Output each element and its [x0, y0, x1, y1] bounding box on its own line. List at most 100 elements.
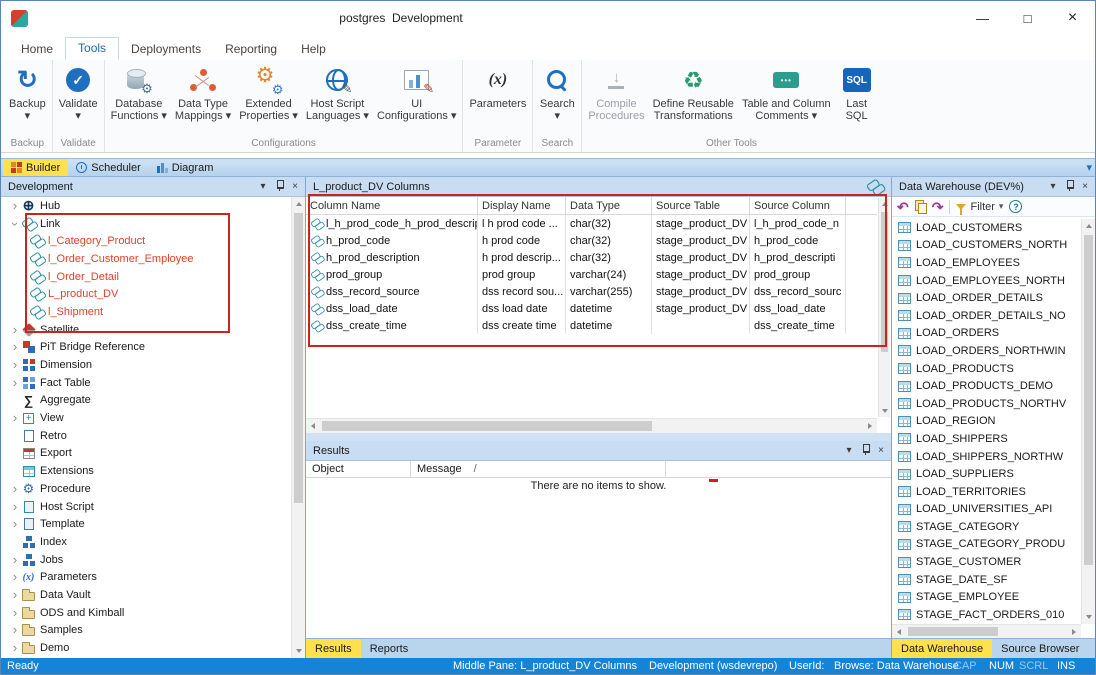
chevron-right-icon[interactable]: ›	[9, 555, 21, 565]
table-row[interactable]: dss_record_source dss record sou... varc…	[306, 283, 877, 300]
table-row[interactable]: dss_load_date dss load date datetime sta…	[306, 300, 877, 317]
dropdown-icon[interactable]: ▾	[258, 182, 268, 192]
scroll-down-button[interactable]	[1082, 610, 1095, 624]
table-list-item[interactable]: LOAD_REGION	[892, 413, 1081, 431]
scroll-down-button[interactable]	[879, 405, 890, 417]
chevron-right-icon[interactable]: ›	[9, 502, 21, 512]
tree-item-procedure[interactable]: ›⚙Procedure	[1, 480, 291, 498]
tab-data-warehouse[interactable]: Data Warehouse	[892, 639, 992, 658]
scroll-up-button[interactable]	[879, 198, 890, 210]
scrollbar-thumb[interactable]	[908, 627, 998, 636]
table-list-item[interactable]: LOAD_EMPLOYEES	[892, 254, 1081, 272]
table-list-item[interactable]: LOAD_SUPPLIERS	[892, 465, 1081, 483]
ribbon-button-search[interactable]: Search▾	[535, 60, 579, 134]
redo-arrow-icon[interactable]: ↷	[932, 200, 944, 214]
table-row[interactable]: h_prod_description h prod descrip... cha…	[306, 249, 877, 266]
ribbon-button-define-reusable-transformations[interactable]: ♻ Define ReusableTransformations	[649, 60, 738, 134]
table-list-item[interactable]: STAGE_EMPLOYEE	[892, 588, 1081, 606]
tree-item-l-shipment[interactable]: l_Shipment	[1, 303, 291, 321]
dropdown-icon[interactable]: ▾	[1048, 182, 1058, 192]
collapse-chevron-icon[interactable]: ▾	[1086, 161, 1092, 174]
table-row[interactable]: prod_group prod group varchar(24) stage_…	[306, 266, 877, 283]
dropdown-icon[interactable]: ▾	[844, 446, 854, 456]
chevron-right-icon[interactable]: ›	[9, 608, 21, 618]
view-tab-scheduler[interactable]: Scheduler	[68, 159, 149, 176]
tree-item-fact-table[interactable]: ›Fact Table	[1, 374, 291, 392]
table-list-item[interactable]: LOAD_TERRITORIES	[892, 483, 1081, 501]
table-row[interactable]: l_h_prod_code_h_prod_descrip... l h prod…	[306, 215, 877, 232]
tree-item-link[interactable]: ›Link	[1, 215, 291, 233]
scroll-right-button[interactable]	[863, 419, 877, 433]
tree-item-parameters[interactable]: ›(x)Parameters	[1, 568, 291, 586]
ribbon-button-host-script-languages[interactable]: ✎ Host ScriptLanguages ▾	[302, 60, 373, 134]
chevron-right-icon[interactable]: ›	[9, 413, 21, 423]
table-list-item[interactable]: LOAD_PRODUCTS_DEMO	[892, 377, 1081, 395]
browser-horizontal-scrollbar[interactable]	[892, 624, 1081, 638]
menu-tab-help[interactable]: Help	[289, 39, 338, 60]
ribbon-button-parameters[interactable]: (x) Parameters	[465, 60, 530, 134]
column-header-column-name[interactable]: Column Name	[306, 197, 478, 214]
chevron-expanded-icon[interactable]: ›	[10, 218, 20, 230]
view-tab-diagram[interactable]: Diagram	[149, 159, 222, 176]
menu-tab-deployments[interactable]: Deployments	[119, 39, 213, 60]
table-list-item[interactable]: LOAD_EMPLOYEES_NORTH	[892, 272, 1081, 290]
maximize-button[interactable]: □	[1005, 1, 1050, 35]
column-header-object[interactable]: Object	[306, 461, 411, 477]
tree-item-l-order-customer-employee[interactable]: l_Order_Customer_Employee	[1, 250, 291, 268]
ribbon-button-extended-properties[interactable]: ⚙⚙ ExtendedProperties ▾	[235, 60, 302, 134]
pin-icon[interactable]	[1065, 179, 1074, 191]
scroll-down-button[interactable]	[292, 644, 305, 658]
tree-item-satellite[interactable]: ›Satellite	[1, 321, 291, 339]
chevron-right-icon[interactable]: ›	[9, 360, 21, 370]
table-list-item[interactable]: LOAD_ORDERS_NORTHWIN	[892, 342, 1081, 360]
scroll-left-button[interactable]	[892, 625, 906, 638]
close-icon[interactable]: ×	[876, 446, 886, 456]
chevron-right-icon[interactable]: ›	[9, 643, 21, 653]
chevron-right-icon[interactable]: ›	[9, 325, 21, 335]
chevron-right-icon[interactable]: ›	[9, 201, 21, 211]
minimize-button[interactable]: —	[960, 1, 1005, 35]
tree-item-ods-and-kimball[interactable]: ›ODS and Kimball	[1, 604, 291, 622]
table-list-item[interactable]: LOAD_CUSTOMERS_NORTH	[892, 237, 1081, 255]
tree-item-hub[interactable]: ›⊕Hub	[1, 197, 291, 215]
tree-item-retro[interactable]: Retro	[1, 427, 291, 445]
help-button[interactable]: ?	[1009, 200, 1022, 213]
close-button[interactable]: ×	[1050, 1, 1095, 35]
column-header-source-table[interactable]: Source Table	[652, 197, 750, 214]
scrollbar-thumb[interactable]	[1084, 235, 1093, 565]
tab-results[interactable]: Results	[306, 639, 361, 658]
table-row[interactable]: dss_create_time dss create time datetime…	[306, 317, 877, 334]
table-list-item[interactable]: STAGE_CATEGORY	[892, 518, 1081, 536]
tree-item-index[interactable]: Index	[1, 533, 291, 551]
ribbon-button-data-type-mappings[interactable]: Data TypeMappings ▾	[171, 60, 235, 134]
scrollbar-thumb[interactable]	[294, 213, 303, 503]
tree-vertical-scrollbar[interactable]	[291, 197, 305, 658]
tree-item-aggregate[interactable]: ∑Aggregate	[1, 392, 291, 410]
ribbon-button-last-sql[interactable]: SQL LastSQL	[835, 60, 879, 134]
chevron-right-icon[interactable]: ›	[9, 484, 21, 494]
close-icon[interactable]: ×	[290, 182, 300, 192]
table-list-item[interactable]: LOAD_SHIPPERS	[892, 430, 1081, 448]
scroll-up-button[interactable]	[1082, 219, 1095, 233]
ribbon-button-ui-configurations[interactable]: ✎ UIConfigurations ▾	[373, 60, 461, 134]
table-list-item[interactable]: LOAD_SHIPPERS_NORTHW	[892, 448, 1081, 466]
tab-source-browser[interactable]: Source Browser	[992, 639, 1088, 658]
ribbon-button-validate[interactable]: ✓ Validate▾	[55, 60, 102, 134]
close-icon[interactable]: ×	[1080, 182, 1090, 192]
column-header-message[interactable]: Message /	[411, 461, 666, 477]
table-list-item[interactable]: LOAD_ORDER_DETAILS_NO	[892, 307, 1081, 325]
column-header-source-column[interactable]: Source Column	[750, 197, 846, 214]
grid-vertical-scrollbar[interactable]	[878, 198, 890, 417]
scroll-left-button[interactable]	[306, 419, 320, 433]
undo-arrow-icon[interactable]: ↶	[897, 200, 909, 214]
table-list-item[interactable]: STAGE_FACT_ORDERS_010	[892, 606, 1081, 624]
ribbon-button-backup[interactable]: ↻ Backup▾	[5, 60, 50, 134]
column-header-data-type[interactable]: Data Type	[566, 197, 652, 214]
pin-icon[interactable]	[861, 443, 870, 455]
scrollbar-thumb[interactable]	[322, 421, 652, 431]
tree-item-view[interactable]: ›+View	[1, 409, 291, 427]
menu-tab-home[interactable]: Home	[9, 39, 65, 60]
table-row[interactable]: h_prod_code h prod code char(32) stage_p…	[306, 232, 877, 249]
ribbon-button-table-and-column-comments[interactable]: ••• Table and ColumnComments ▾	[738, 60, 835, 134]
copy-icon[interactable]	[915, 200, 926, 213]
